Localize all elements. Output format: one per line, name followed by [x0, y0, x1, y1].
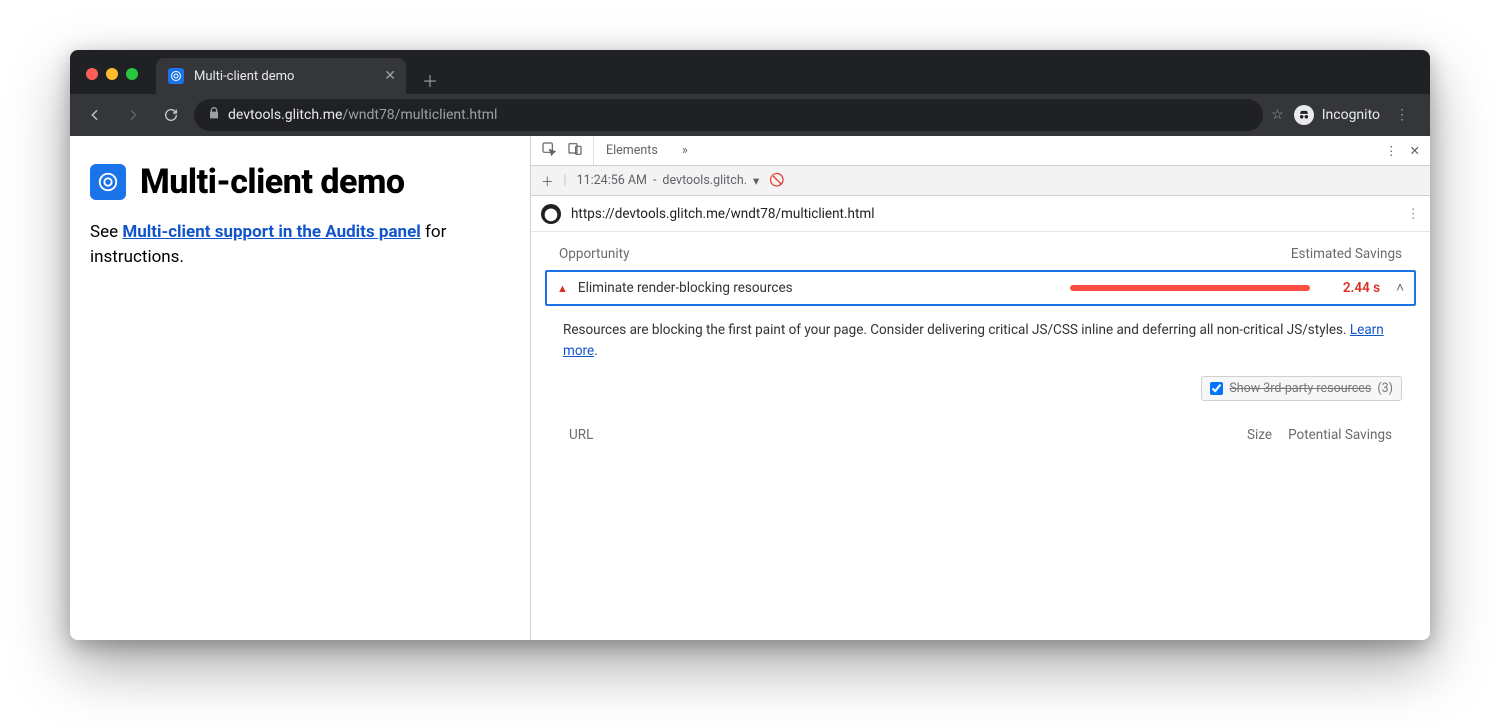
col-url: URL [569, 427, 1182, 443]
audit-options-button[interactable]: ⋮ [1407, 206, 1421, 222]
devtools-panel: Elements » ⋮ ✕ ＋ | 11:24:56 AM - devtool… [530, 136, 1430, 640]
audits-toolbar: ＋ | 11:24:56 AM - devtools.glitch. ▾ 🚫 [531, 166, 1430, 196]
page-intro: See Multi-client support in the Audits p… [90, 220, 506, 269]
audit-url-row: ⬤ https://devtools.glitch.me/wndt78/mult… [531, 196, 1430, 232]
opportunity-title: Eliminate render-blocking resources [578, 280, 793, 296]
browser-menu-button[interactable]: ⋮ [1390, 107, 1414, 123]
forward-button[interactable] [118, 100, 148, 130]
window-minimize-button[interactable] [106, 68, 118, 80]
inspect-element-icon[interactable] [541, 141, 557, 161]
window-maximize-button[interactable] [126, 68, 138, 80]
intro-link[interactable]: Multi-client support in the Audits panel [122, 222, 420, 242]
tab-title: Multi-client demo [194, 69, 374, 84]
devtools-tab-elements[interactable]: Elements [594, 136, 670, 165]
savings-bar [1070, 285, 1310, 291]
page-logo-icon [90, 164, 126, 200]
window-close-button[interactable] [86, 68, 98, 80]
devtools-overflow-button[interactable]: » [670, 136, 700, 165]
devtools-settings-button[interactable]: ⋮ [1385, 143, 1398, 159]
col-size: Size [1182, 427, 1272, 443]
warning-triangle-icon: ▲ [557, 282, 568, 295]
opportunity-header: Opportunity [559, 246, 629, 262]
device-toggle-icon[interactable] [567, 141, 583, 161]
tab-favicon-icon [168, 68, 184, 84]
table-header: URL Size Potential Savings [555, 415, 1406, 455]
back-button[interactable] [80, 100, 110, 130]
tab-close-button[interactable]: ✕ [384, 68, 396, 84]
lighthouse-badge-icon: ⬤ [541, 204, 561, 224]
incognito-icon [1294, 105, 1314, 125]
address-bar[interactable]: devtools.glitch.me/wndt78/multiclient.ht… [194, 99, 1263, 131]
browser-tab[interactable]: Multi-client demo ✕ [156, 58, 406, 94]
col-savings: Potential Savings [1272, 427, 1392, 443]
opportunity-row[interactable]: ▲ Eliminate render-blocking resources 2.… [545, 270, 1416, 306]
devtools-tabstrip: Elements » ⋮ ✕ [531, 136, 1430, 166]
url-path: /wndt78/multiclient.html [342, 107, 497, 123]
clear-audit-icon[interactable]: 🚫 [769, 173, 785, 188]
third-party-toggle[interactable]: Show 3rd-party resources (3) [1201, 376, 1402, 401]
window-traffic-lights [70, 54, 150, 94]
new-tab-button[interactable]: ＋ [416, 66, 444, 94]
audit-session-dropdown[interactable]: 11:24:56 AM - devtools.glitch. ▾ [577, 173, 760, 189]
browser-titlebar: Multi-client demo ✕ ＋ [70, 50, 1430, 94]
audit-url: https://devtools.glitch.me/wndt78/multic… [571, 206, 875, 222]
opportunity-time: 2.44 s [1332, 280, 1380, 296]
rendered-page: Multi-client demo See Multi-client suppo… [70, 136, 530, 640]
reload-button[interactable] [156, 100, 186, 130]
browser-toolbar: devtools.glitch.me/wndt78/multiclient.ht… [70, 94, 1430, 136]
devtools-close-button[interactable]: ✕ [1410, 143, 1420, 159]
opportunity-description: Resources are blocking the first paint o… [545, 306, 1416, 376]
browser-window: Multi-client demo ✕ ＋ devtools.glitch.me… [70, 50, 1430, 640]
incognito-label: Incognito [1322, 107, 1380, 123]
page-title: Multi-client demo [140, 162, 405, 202]
bookmark-star-icon[interactable]: ☆ [1271, 107, 1284, 123]
resources-table: URL Size Potential Savings [555, 415, 1406, 455]
incognito-badge: Incognito [1294, 105, 1380, 125]
third-party-checkbox[interactable] [1210, 382, 1223, 395]
url-host: devtools.glitch.me [228, 107, 342, 123]
chevron-up-icon: ˄ [1396, 280, 1404, 296]
lock-icon [206, 105, 220, 125]
new-audit-button[interactable]: ＋ [541, 171, 554, 190]
savings-header: Estimated Savings [1291, 246, 1402, 262]
